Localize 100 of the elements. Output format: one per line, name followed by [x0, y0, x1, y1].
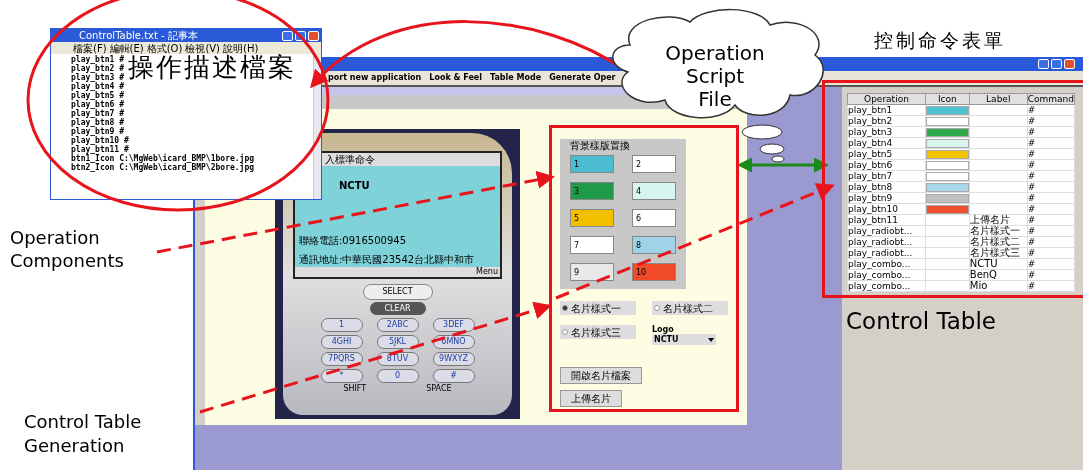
- table-cell: play_btn6: [847, 159, 926, 171]
- table-cell: #: [1027, 137, 1075, 149]
- address-text: 通訊地址:中華民國23542台北縣中和市: [299, 253, 476, 267]
- script-line: play_btn8 #: [71, 118, 125, 127]
- maximize-button[interactable]: [295, 30, 306, 41]
- minimize-button[interactable]: [282, 30, 293, 41]
- background-swatch[interactable]: 2: [632, 155, 676, 173]
- shift-label: SHIFT: [343, 384, 367, 393]
- background-swatch[interactable]: 1: [570, 155, 614, 173]
- table-caption: 控制命令表單: [874, 28, 1006, 52]
- phone-key[interactable]: 3DEF: [432, 318, 475, 332]
- panel-button[interactable]: 上傳名片: [560, 390, 622, 407]
- caret-icon: [708, 337, 714, 342]
- cloud-text: Script: [686, 65, 744, 88]
- menu-item[interactable]: port new application: [328, 72, 422, 84]
- radio-option[interactable]: 名片樣式二: [652, 301, 728, 315]
- components-label: Operation: [10, 226, 101, 249]
- phone-key[interactable]: 7PQRS: [320, 352, 363, 366]
- script-line: play_btn11 #: [71, 145, 129, 154]
- scrollbar[interactable]: [313, 54, 321, 199]
- table-cell: Mio: [969, 280, 1028, 292]
- phone-key[interactable]: 1: [320, 318, 363, 332]
- table-cell: play_btn7: [847, 170, 926, 182]
- table-cell: #: [1027, 159, 1075, 171]
- table-cell: play_radiobt...: [847, 225, 926, 237]
- radio-option[interactable]: 名片樣式三: [560, 325, 636, 339]
- column-header[interactable]: Command: [1027, 93, 1075, 105]
- menu-item[interactable]: 格式(O): [146, 42, 183, 54]
- cloud-text: Operation: [665, 42, 765, 65]
- background-swatch[interactable]: 9: [570, 263, 614, 281]
- table-cell: play_btn11: [847, 214, 926, 226]
- background-swatch[interactable]: 5: [570, 209, 614, 227]
- menu-item[interactable]: 檢視(V): [185, 42, 221, 54]
- script-line: play_btn6 #: [71, 100, 125, 109]
- table-cell: play_combo...: [847, 280, 926, 292]
- menu-item[interactable]: Generate Oper: [549, 72, 616, 84]
- menu-item[interactable]: Table Mode: [490, 72, 542, 84]
- radio-option[interactable]: 名片樣式一: [560, 301, 636, 315]
- menu-item[interactable]: 檔案(F): [73, 42, 107, 54]
- script-line: btn2_Icon C:\MgWeb\icard_BMP\2bore.jpg: [71, 163, 256, 172]
- table-cell: play_btn1: [847, 104, 926, 116]
- panel-button[interactable]: 開啟名片檔案: [560, 367, 642, 384]
- phone-key[interactable]: 8TUV: [376, 352, 419, 366]
- script-line: play_btn10 #: [71, 136, 130, 145]
- close-button[interactable]: [308, 30, 319, 41]
- background-swatch[interactable]: 10: [632, 263, 676, 281]
- softkey-label[interactable]: Menu: [295, 267, 500, 277]
- close-button[interactable]: [1064, 59, 1075, 69]
- table-cell: 名片樣式二: [969, 236, 1028, 248]
- clear-key[interactable]: CLEAR: [369, 302, 426, 315]
- phone-key[interactable]: 9WXYZ: [432, 352, 475, 366]
- phone-key[interactable]: *: [320, 369, 363, 383]
- maximize-button[interactable]: [1051, 59, 1062, 69]
- table-cell: play_combo...: [847, 269, 926, 281]
- phone-key[interactable]: 4GHI: [320, 335, 363, 349]
- select-key[interactable]: SELECT: [362, 284, 433, 300]
- background-swatch[interactable]: 4: [632, 182, 676, 200]
- table-cell: play_radiobt...: [847, 236, 926, 248]
- menu-item[interactable]: 編輯(E): [109, 42, 144, 54]
- script-line: play_btn5 #: [71, 91, 125, 100]
- phone-key[interactable]: 6MNO: [432, 335, 475, 349]
- table-cell: play_btn10: [847, 203, 926, 215]
- phone-key[interactable]: #: [432, 369, 475, 383]
- radio-label: 名片樣式一: [571, 301, 621, 316]
- table-cell: #: [1027, 170, 1075, 182]
- background-swatch[interactable]: 6: [632, 209, 676, 227]
- table-cell: play_combo...: [847, 258, 926, 270]
- logo-label: Logo: [652, 325, 675, 334]
- table-cell: play_btn9: [847, 192, 926, 204]
- minimize-button[interactable]: [1038, 59, 1049, 69]
- background-swatch[interactable]: 7: [570, 236, 614, 254]
- phone-key[interactable]: 5JKL: [376, 335, 419, 349]
- table-cell: 名片樣式三: [969, 247, 1028, 259]
- table-cell: play_radiobt...: [847, 247, 926, 259]
- script-line: btn1_Icon C:\MgWeb\icard_BMP\1bore.jpg: [71, 154, 256, 163]
- script-line: play_btn4 #: [71, 82, 125, 91]
- table-cell: #: [1027, 115, 1075, 127]
- components-label: Components: [10, 249, 124, 272]
- logo-dropdown[interactable]: NCTU: [652, 334, 716, 345]
- background-swatch[interactable]: 3: [570, 182, 614, 200]
- table-cell: 上傳名片: [969, 214, 1028, 226]
- script-line: play_btn2 #: [71, 64, 125, 73]
- menu-item[interactable]: 說明(H): [223, 42, 259, 54]
- script-line: play_btn3 #: [71, 73, 125, 82]
- company-text: NCTU: [338, 179, 371, 193]
- table-cell: #: [1027, 269, 1075, 281]
- menu-item[interactable]: Look & Feel: [429, 72, 482, 84]
- column-header[interactable]: Label: [969, 93, 1028, 105]
- phone-key[interactable]: 0: [376, 369, 419, 383]
- table-cell: #: [1027, 203, 1075, 215]
- phone-key[interactable]: 2ABC: [376, 318, 419, 332]
- table-cell: 名片樣式一: [969, 225, 1028, 237]
- table-cell: #: [1027, 104, 1075, 116]
- table-cell: play_btn4: [847, 137, 926, 149]
- column-header[interactable]: Icon: [925, 93, 970, 105]
- column-header[interactable]: Operation: [847, 93, 926, 105]
- background-swatch[interactable]: 8: [632, 236, 676, 254]
- phone-number-text: 聯絡電話:0916500945: [299, 234, 407, 248]
- table-cell: #: [1027, 236, 1075, 248]
- table-cell: play_btn3: [847, 126, 926, 138]
